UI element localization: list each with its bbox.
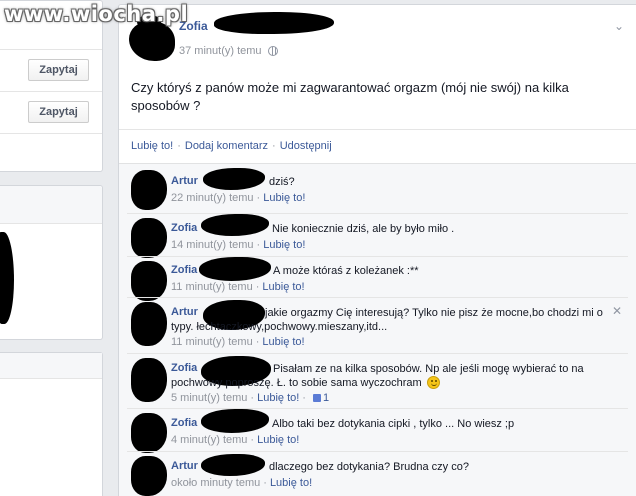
sidebar-box-header xyxy=(0,353,102,379)
redaction xyxy=(201,409,269,433)
like-link[interactable]: Lubię to! xyxy=(263,239,305,251)
redaction xyxy=(214,12,334,34)
comment-author[interactable]: Zofia xyxy=(171,362,197,374)
comment-author[interactable]: Artur xyxy=(171,460,198,472)
like-link[interactable]: Lubię to! xyxy=(257,434,299,446)
comment-time[interactable]: 11 minut(y) temu xyxy=(171,336,253,348)
avatar[interactable] xyxy=(131,358,167,402)
like-link[interactable]: Lubię to! xyxy=(257,392,299,404)
comment-text: A może któraś z koleżanek :** xyxy=(273,265,419,277)
comment-text: typy. łechtaczkowy,pochwowy.mieszany,itd… xyxy=(171,321,388,333)
comment-author[interactable]: Artur xyxy=(171,175,198,187)
like-link[interactable]: Lubię to! xyxy=(270,477,312,489)
post-actions-bar: Lubię to! · Dodaj komentarz · Udostępnij xyxy=(119,129,636,163)
divider xyxy=(0,49,102,50)
avatar[interactable] xyxy=(131,218,167,258)
redaction xyxy=(199,257,271,281)
watermark: www.wiocha.pl xyxy=(4,2,189,26)
comment-time[interactable]: 14 minut(y) temu xyxy=(171,239,254,251)
avatar[interactable] xyxy=(131,302,167,346)
share-link[interactable]: Udostępnij xyxy=(280,140,332,152)
comment-text: Nie koniecznie dziś, ale by było miło . xyxy=(272,223,455,235)
separator: · xyxy=(272,140,276,152)
like-link[interactable]: Lubię to! xyxy=(262,336,304,348)
like-link[interactable]: Lubię to! xyxy=(263,192,305,204)
comment: Artur dlaczego bez dotykania? Brudna czy… xyxy=(119,452,636,496)
avatar[interactable] xyxy=(131,456,167,496)
comment-link[interactable]: Dodaj komentarz xyxy=(185,140,268,152)
sidebar-box xyxy=(0,352,103,496)
thumbs-up-icon xyxy=(312,394,321,402)
avatar[interactable] xyxy=(131,413,167,453)
chevron-down-icon[interactable]: ⌄ xyxy=(612,19,626,33)
comment: Zofia A może któraś z koleżanek :** 11 m… xyxy=(119,257,636,301)
redaction xyxy=(201,214,269,236)
comment-time[interactable]: 5 minut(y) temu xyxy=(171,392,247,404)
comment-time[interactable]: 4 minut(y) temu xyxy=(171,434,247,446)
post: Zofia ⌄ 37 minut(y) temu Czy któryś z pa… xyxy=(118,4,636,496)
avatar[interactable] xyxy=(131,170,167,210)
like-link[interactable]: Lubię to! xyxy=(131,140,173,152)
ask-button-2[interactable]: Zapytaj xyxy=(28,101,89,123)
ask-button-1[interactable]: Zapytaj xyxy=(28,59,89,81)
comment-text: dlaczego bez dotykania? Brudna czy co? xyxy=(269,461,469,473)
comment-text: dziś? xyxy=(269,176,295,188)
redaction xyxy=(201,454,265,476)
comment-author[interactable]: Zofia xyxy=(171,417,197,429)
comment-author[interactable]: Zofia xyxy=(171,264,197,276)
globe-icon xyxy=(267,46,278,56)
comment: Zofia Pisałam ze na kilka sposobów. Np a… xyxy=(119,354,636,408)
comment: Zofia Nie koniecznie dziś, ale by było m… xyxy=(119,214,636,258)
comment-author[interactable]: Artur xyxy=(171,306,198,318)
like-link[interactable]: Lubię to! xyxy=(262,281,304,293)
comment-text: pochwowy poproszę. Ł. to sobie sama wycz… xyxy=(171,376,440,390)
comment-text: Albo taki bez dotykania cipki , tylko ..… xyxy=(272,418,515,430)
divider xyxy=(0,133,102,134)
left-column: Zapytaj Zapytaj xyxy=(0,0,104,496)
sidebar-box-header xyxy=(0,186,102,224)
comment-time[interactable]: 11 minut(y) temu xyxy=(171,281,253,293)
comment: Artur dziś? 22 minut(y) temu · Lubię to! xyxy=(119,164,636,212)
avatar[interactable] xyxy=(131,261,167,301)
comment-author[interactable]: Zofia xyxy=(171,222,197,234)
comment-time[interactable]: około minuty temu xyxy=(171,477,260,489)
comment-text: Pisałam ze na kilka sposobów. Np ale jeś… xyxy=(273,363,584,375)
likes-count[interactable]: 1 xyxy=(323,392,329,404)
post-time[interactable]: 37 minut(y) temu xyxy=(179,45,262,57)
sidebar-box xyxy=(0,185,103,340)
redaction xyxy=(203,168,265,190)
comments-list: Artur dziś? 22 minut(y) temu · Lubię to! Z… xyxy=(119,163,636,496)
smile-emoji-icon xyxy=(426,376,440,389)
comment: Artur jakie orgazmy Cię interesują? Tylk… xyxy=(119,298,636,352)
divider xyxy=(0,91,102,92)
post-text: Czy któryś z panów może mi zagwarantować… xyxy=(131,80,569,113)
separator: · xyxy=(177,140,181,152)
close-icon[interactable]: ✕ xyxy=(612,304,622,318)
comment: Zofia Albo taki bez dotykania cipki , ty… xyxy=(119,409,636,453)
comment-time[interactable]: 22 minut(y) temu xyxy=(171,192,254,204)
comment-text: jakie orgazmy Cię interesują? Tylko nie … xyxy=(265,307,603,319)
post-meta: 37 minut(y) temu xyxy=(179,45,278,57)
